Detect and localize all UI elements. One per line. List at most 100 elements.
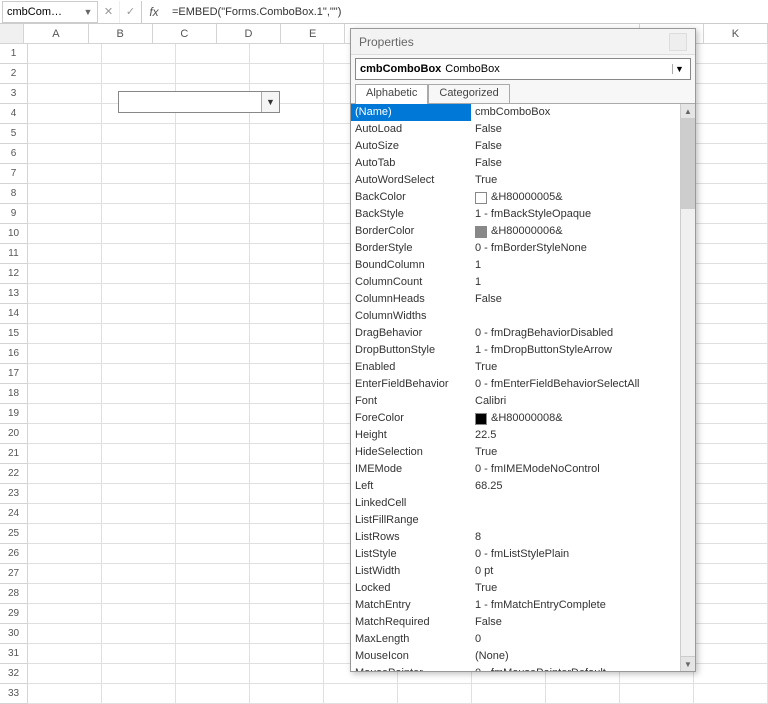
cell[interactable]	[250, 524, 324, 544]
property-row[interactable]: ColumnCount1	[351, 274, 680, 291]
cell[interactable]	[250, 684, 324, 704]
cell[interactable]	[694, 684, 768, 704]
cell[interactable]	[250, 264, 324, 284]
property-row[interactable]: FontCalibri	[351, 393, 680, 410]
property-row[interactable]: HideSelectionTrue	[351, 444, 680, 461]
cell[interactable]	[694, 444, 768, 464]
row-header[interactable]: 23	[0, 484, 28, 504]
property-row[interactable]: EnterFieldBehavior0 - fmEnterFieldBehavi…	[351, 376, 680, 393]
row-header[interactable]: 3	[0, 84, 28, 104]
cell[interactable]	[176, 164, 250, 184]
property-name[interactable]: ListFillRange	[351, 512, 471, 529]
cell[interactable]	[250, 484, 324, 504]
property-value[interactable]: False	[471, 121, 680, 138]
cell[interactable]	[102, 364, 176, 384]
property-name[interactable]: ColumnHeads	[351, 291, 471, 308]
cell[interactable]	[176, 604, 250, 624]
cell[interactable]	[694, 224, 768, 244]
cell[interactable]	[176, 324, 250, 344]
cell[interactable]	[176, 344, 250, 364]
combobox-text[interactable]	[119, 92, 261, 112]
row-header[interactable]: 29	[0, 604, 28, 624]
row-header[interactable]: 4	[0, 104, 28, 124]
cell[interactable]	[694, 504, 768, 524]
formula-input[interactable]: =EMBED("Forms.ComboBox.1","")	[166, 6, 768, 18]
row-header[interactable]: 20	[0, 424, 28, 444]
tab-alphabetic[interactable]: Alphabetic	[355, 84, 428, 104]
property-value[interactable]: True	[471, 444, 680, 461]
cell[interactable]	[176, 224, 250, 244]
row-header[interactable]: 8	[0, 184, 28, 204]
property-name[interactable]: ListWidth	[351, 563, 471, 580]
cell[interactable]	[28, 664, 102, 684]
cell[interactable]	[250, 544, 324, 564]
cell[interactable]	[176, 624, 250, 644]
property-value[interactable]: 68.25	[471, 478, 680, 495]
cell[interactable]	[694, 324, 768, 344]
tab-categorized[interactable]: Categorized	[428, 84, 509, 104]
cell[interactable]	[102, 224, 176, 244]
scrollbar[interactable]: ▲ ▼	[680, 104, 695, 671]
property-name[interactable]: ColumnCount	[351, 274, 471, 291]
cell[interactable]	[250, 644, 324, 664]
cell[interactable]	[102, 624, 176, 644]
cell[interactable]	[102, 464, 176, 484]
property-name[interactable]: Locked	[351, 580, 471, 597]
column-header[interactable]: E	[281, 24, 345, 43]
property-row[interactable]: BoundColumn1	[351, 257, 680, 274]
property-row[interactable]: AutoSizeFalse	[351, 138, 680, 155]
cell[interactable]	[176, 364, 250, 384]
row-header[interactable]: 2	[0, 64, 28, 84]
cell[interactable]	[694, 84, 768, 104]
property-value[interactable]: True	[471, 580, 680, 597]
cell[interactable]	[694, 44, 768, 64]
cell[interactable]	[102, 604, 176, 624]
cell[interactable]	[102, 264, 176, 284]
cell[interactable]	[694, 164, 768, 184]
property-row[interactable]: ListWidth0 pt	[351, 563, 680, 580]
cell[interactable]	[28, 64, 102, 84]
cell[interactable]	[250, 204, 324, 224]
property-name[interactable]: BorderStyle	[351, 240, 471, 257]
row-header[interactable]: 15	[0, 324, 28, 344]
cell[interactable]	[546, 684, 620, 704]
property-value[interactable]: False	[471, 138, 680, 155]
property-name[interactable]: Font	[351, 393, 471, 410]
chevron-down-icon[interactable]: ▼	[261, 92, 279, 112]
property-row[interactable]: MaxLength0	[351, 631, 680, 648]
chevron-down-icon[interactable]: ▼	[83, 7, 93, 17]
property-name[interactable]: LinkedCell	[351, 495, 471, 512]
property-row[interactable]: AutoWordSelectTrue	[351, 172, 680, 189]
property-value[interactable]: (None)	[471, 648, 680, 665]
select-all-corner[interactable]	[0, 24, 24, 43]
cell[interactable]	[694, 244, 768, 264]
property-row[interactable]: ListStyle0 - fmListStylePlain	[351, 546, 680, 563]
cell[interactable]	[694, 544, 768, 564]
property-value[interactable]: 0 - fmBorderStyleNone	[471, 240, 680, 257]
property-name[interactable]: AutoLoad	[351, 121, 471, 138]
cell[interactable]	[28, 364, 102, 384]
property-name[interactable]: AutoWordSelect	[351, 172, 471, 189]
property-name[interactable]: ListStyle	[351, 546, 471, 563]
chevron-down-icon[interactable]: ▼	[672, 64, 686, 74]
property-name[interactable]: EnterFieldBehavior	[351, 376, 471, 393]
property-value[interactable]	[471, 308, 680, 325]
property-name[interactable]: BorderColor	[351, 223, 471, 240]
row-header[interactable]: 25	[0, 524, 28, 544]
cell[interactable]	[694, 364, 768, 384]
cell[interactable]	[694, 484, 768, 504]
property-name[interactable]: Height	[351, 427, 471, 444]
cell[interactable]	[176, 684, 250, 704]
cell[interactable]	[324, 684, 398, 704]
cell[interactable]	[102, 584, 176, 604]
cell[interactable]	[694, 384, 768, 404]
cell[interactable]	[102, 324, 176, 344]
cell[interactable]	[102, 644, 176, 664]
property-value[interactable]: 0 - fmEnterFieldBehaviorSelectAll	[471, 376, 680, 393]
row-header[interactable]: 21	[0, 444, 28, 464]
cell[interactable]	[176, 584, 250, 604]
cell[interactable]	[250, 384, 324, 404]
cell[interactable]	[28, 444, 102, 464]
cell[interactable]	[694, 184, 768, 204]
close-icon[interactable]	[669, 33, 687, 51]
